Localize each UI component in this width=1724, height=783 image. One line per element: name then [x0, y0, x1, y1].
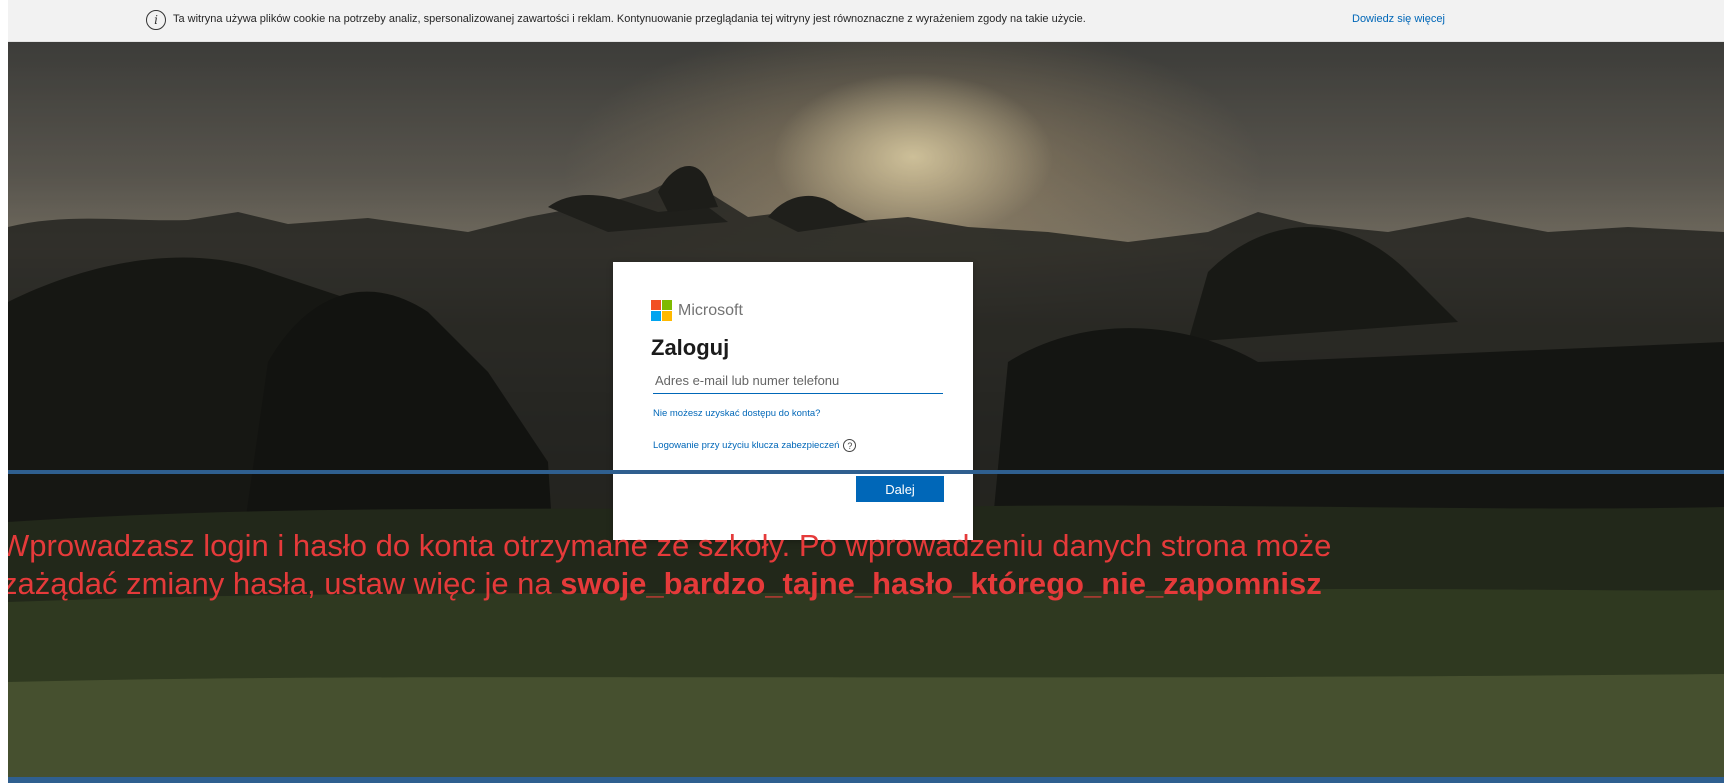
security-key-link[interactable]: Logowanie przy użyciu klucza zabezpiecze… — [653, 439, 857, 452]
caption-line-2: zażądać zmiany hasła, ustaw więc je na s… — [8, 565, 1724, 603]
security-key-label: Logowanie przy użyciu klucza zabezpiecze… — [653, 440, 840, 451]
question-circle-icon[interactable]: ? — [843, 439, 857, 452]
signin-card: Microsoft Zaloguj Nie możesz uzyskać dos… — [613, 262, 973, 540]
instruction-caption: Wprowadzasz login i hasło do konta otrzy… — [8, 527, 1724, 603]
signin-title: Zaloguj — [651, 335, 730, 360]
browser-viewport: i Ta witryna używa plików cookie na potr… — [8, 0, 1724, 783]
microsoft-logo: Microsoft — [651, 300, 743, 321]
caption-password-highlight: swoje_bardzo_tajne_hasło_którego_nie_zap… — [560, 566, 1322, 601]
microsoft-logo-icon — [651, 300, 672, 321]
caption-line-1: Wprowadzasz login i hasło do konta otrzy… — [8, 528, 1332, 563]
no-access-link[interactable]: Nie możesz uzyskać dostępu do konta? — [653, 408, 820, 419]
next-button[interactable]: Dalej — [856, 476, 944, 502]
caption-divider-top — [8, 470, 1724, 474]
info-icon: i — [146, 10, 166, 30]
cookie-banner: i Ta witryna używa plików cookie na potr… — [8, 0, 1724, 42]
cookie-banner-text: Ta witryna używa plików cookie na potrze… — [173, 13, 1086, 25]
brand-name: Microsoft — [678, 301, 743, 319]
learn-more-link[interactable]: Dowiedz się więcej — [1352, 13, 1445, 25]
caption-line-2-text: zażądać zmiany hasła, ustaw więc je na — [8, 566, 561, 601]
caption-divider-bottom — [8, 777, 1724, 783]
email-field[interactable] — [653, 368, 943, 394]
